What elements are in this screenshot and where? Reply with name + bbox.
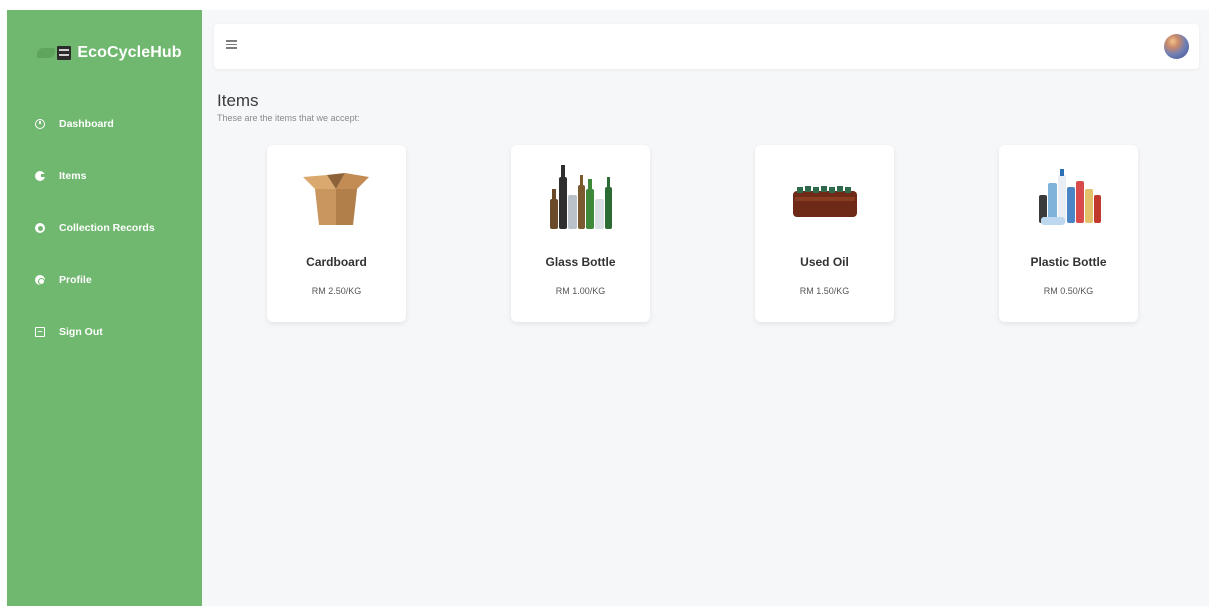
- sidebar-item-collection-records[interactable]: Collection Records: [7, 202, 202, 254]
- user-icon: [35, 275, 45, 285]
- item-name: Cardboard: [306, 255, 367, 269]
- topbar: [214, 24, 1199, 69]
- item-card-cardboard[interactable]: Cardboard RM 2.50/KG: [267, 145, 406, 322]
- item-card-glass-bottle[interactable]: Glass Bottle RM 1.00/KG: [511, 145, 650, 322]
- item-card-plastic-bottle[interactable]: Plastic Bottle RM 0.50/KG: [999, 145, 1138, 322]
- brand-name: EcoCycleHub: [77, 44, 182, 61]
- sidebar-item-dashboard[interactable]: Dashboard: [7, 98, 202, 150]
- item-card-used-oil[interactable]: Used Oil RM 1.50/KG: [755, 145, 894, 322]
- page-title: Items: [217, 91, 259, 110]
- sidebar-item-sign-out[interactable]: Sign Out: [7, 306, 202, 358]
- sidebar-item-label: Collection Records: [59, 222, 155, 234]
- sidebar-item-profile[interactable]: Profile: [7, 254, 202, 306]
- sidebar-item-label: Sign Out: [59, 326, 103, 338]
- item-price: RM 2.50/KG: [311, 286, 362, 296]
- sign-out-icon: [35, 327, 45, 337]
- item-price: RM 1.50/KG: [799, 286, 850, 296]
- item-name: Plastic Bottle: [1030, 255, 1107, 269]
- sidebar: EcoCycleHub Dashboard Items Collection R…: [7, 10, 202, 606]
- pie-chart-icon: [35, 171, 46, 181]
- items-grid: Cardboard RM 2.50/KG Glass Bottle RM 1.0…: [267, 145, 1139, 322]
- dollar-icon: [35, 223, 45, 233]
- item-price: RM 0.50/KG: [1043, 286, 1094, 296]
- sidebar-item-label: Profile: [59, 274, 92, 286]
- sidebar-item-label: Items: [59, 170, 87, 182]
- glass-bottles-icon: [550, 165, 612, 229]
- cardboard-box-icon: [303, 173, 369, 225]
- sidebar-nav: Dashboard Items Collection Records Profi…: [7, 98, 202, 358]
- dashboard-icon: [35, 119, 45, 129]
- avatar[interactable]: [1164, 34, 1189, 59]
- sidebar-item-label: Dashboard: [59, 118, 114, 130]
- app-window: EcoCycleHub Dashboard Items Collection R…: [7, 10, 1209, 606]
- page-subtitle: These are the items that we accept:: [217, 113, 360, 123]
- used-oil-bottles-icon: [793, 186, 857, 217]
- item-name: Glass Bottle: [545, 255, 616, 269]
- main-content: Items These are the items that we accept…: [202, 10, 1209, 606]
- hamburger-menu-icon[interactable]: [226, 40, 237, 49]
- sidebar-item-items[interactable]: Items: [7, 150, 202, 202]
- item-price: RM 1.00/KG: [555, 286, 606, 296]
- brand[interactable]: EcoCycleHub: [7, 10, 202, 96]
- brand-logo-icon: [37, 44, 72, 62]
- plastic-bottles-icon: [1039, 169, 1101, 225]
- item-name: Used Oil: [800, 255, 849, 269]
